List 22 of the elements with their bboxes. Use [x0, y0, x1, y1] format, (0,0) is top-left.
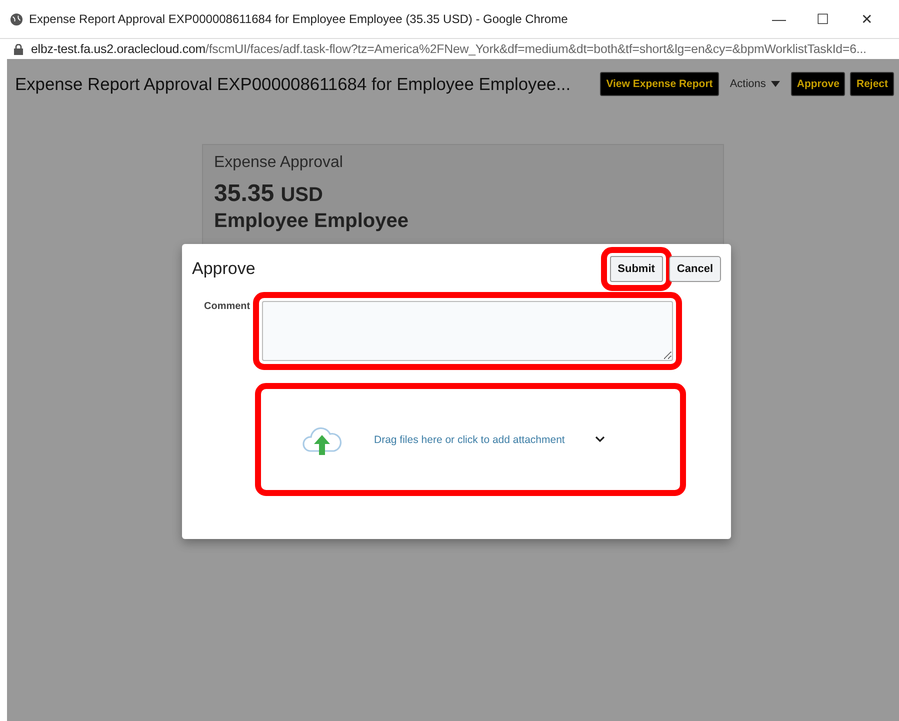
amount-text: 35.35 USD — [214, 180, 324, 208]
action-button[interactable]: Reject — [850, 72, 894, 96]
action-button[interactable]: Approve — [790, 72, 846, 96]
window-control[interactable]: — — [757, 11, 801, 27]
action-button[interactable]: View Expense Report — [600, 72, 719, 96]
window-control[interactable]: ☐ — [801, 11, 845, 27]
url-host[interactable]: elbz-test.fa.us2.oraclecloud.com — [31, 42, 206, 56]
card-heading: Expense Approval — [214, 154, 344, 172]
caret-icon — [770, 81, 780, 87]
employee-name: Employee Employee — [214, 210, 410, 233]
page-title: Expense Report Approval EXP000008611684 for Employee Employee... — [15, 74, 572, 94]
dropzone-text[interactable]: Drag files here or click to add attachment — [374, 434, 565, 446]
cancel-button[interactable]: Cancel — [668, 256, 721, 282]
lock-icon — [14, 44, 23, 54]
window-control[interactable]: ✕ — [845, 11, 889, 27]
url-path[interactable]: /fscmUI/faces/adf.task-flow?tz=America%2FNew_York&df=medium&dt=both&tf=short&lg=en&cy=&bpmWorklistTaskId=6... — [206, 42, 866, 56]
dialog-title: Approve — [192, 259, 256, 279]
comment-label: Comment — [203, 301, 252, 314]
globe-icon — [10, 12, 23, 26]
actions-menu[interactable]: Actions — [724, 78, 786, 90]
window-title: Expense Report Approval EXP000008611684 for Employee Employee (35.35 USD) - Google Chrome — [29, 12, 569, 26]
chevron-down-icon[interactable] — [594, 436, 605, 443]
